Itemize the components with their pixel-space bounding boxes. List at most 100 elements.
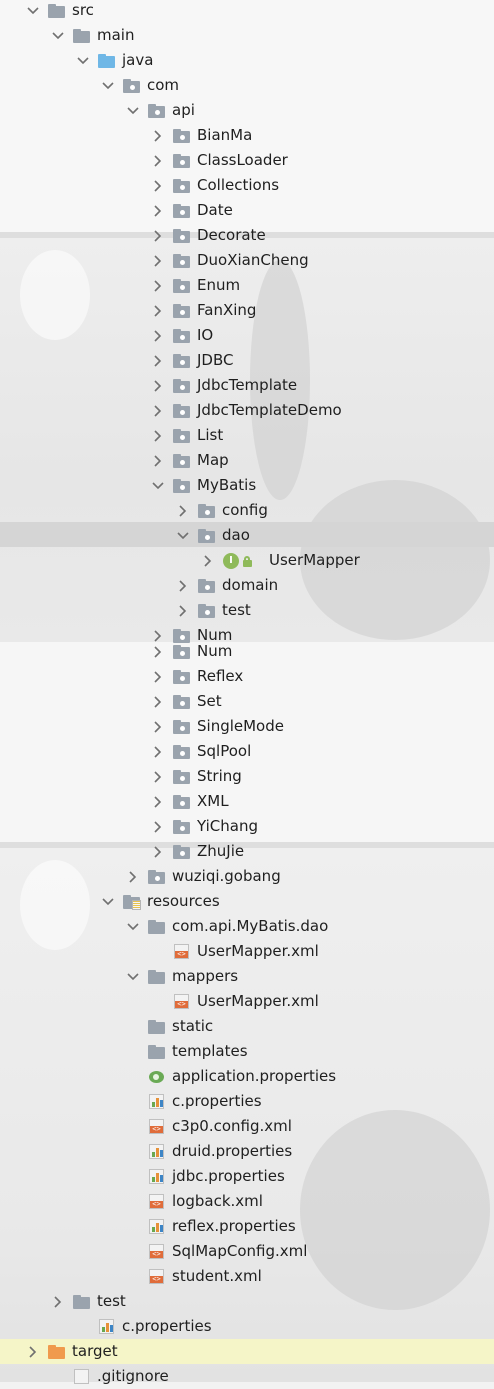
tree-item-templates[interactable]: templates bbox=[124, 1039, 248, 1064]
tree-item-fanxing[interactable]: FanXing bbox=[149, 298, 256, 323]
tree-item-logback-xml[interactable]: <> logback.xml bbox=[124, 1189, 263, 1214]
tree-item-config[interactable]: config bbox=[174, 498, 268, 523]
tree-item-druid-properties[interactable]: druid.properties bbox=[124, 1139, 292, 1164]
chevron-right-icon[interactable] bbox=[149, 789, 167, 814]
chevron-right-icon[interactable] bbox=[49, 1289, 67, 1314]
tree-item-set[interactable]: Set bbox=[149, 689, 222, 714]
chevron-right-icon[interactable] bbox=[124, 864, 142, 889]
chevron-right-icon[interactable] bbox=[149, 298, 167, 323]
chevron-right-icon[interactable] bbox=[149, 398, 167, 423]
tree-item-mybatis[interactable]: MyBatis bbox=[149, 473, 256, 498]
tree-item-com-api-mybatis-dao[interactable]: com.api.MyBatis.dao bbox=[124, 914, 328, 939]
chevron-down-icon[interactable] bbox=[24, 0, 42, 23]
chevron-down-icon[interactable] bbox=[124, 98, 142, 123]
tree-item-reflex[interactable]: Reflex bbox=[149, 664, 243, 689]
chevron-down-icon[interactable] bbox=[49, 23, 67, 48]
tree-item-student-xml[interactable]: <> student.xml bbox=[124, 1264, 262, 1289]
tree-item-com[interactable]: com bbox=[99, 73, 179, 98]
tree-item-collections[interactable]: Collections bbox=[149, 173, 279, 198]
chevron-down-icon[interactable] bbox=[99, 73, 117, 98]
tree-item-zhujie[interactable]: ZhuJie bbox=[149, 839, 244, 864]
tree-item-map[interactable]: Map bbox=[149, 448, 229, 473]
tree-item-bianma[interactable]: BianMa bbox=[149, 123, 252, 148]
tree-item-decorate[interactable]: Decorate bbox=[149, 223, 266, 248]
chevron-down-icon[interactable] bbox=[124, 964, 142, 989]
chevron-right-icon[interactable] bbox=[149, 173, 167, 198]
folder-icon bbox=[148, 969, 166, 985]
chevron-right-icon[interactable] bbox=[149, 839, 167, 864]
chevron-right-icon[interactable] bbox=[149, 814, 167, 839]
tree-item-sqlpool[interactable]: SqlPool bbox=[149, 739, 251, 764]
tree-item-src[interactable]: src bbox=[24, 0, 94, 23]
tree-item-date[interactable]: Date bbox=[149, 198, 233, 223]
chevron-right-icon[interactable] bbox=[149, 448, 167, 473]
tree-item-jdbc[interactable]: JDBC bbox=[149, 348, 233, 373]
chevron-down-icon[interactable] bbox=[124, 914, 142, 939]
chevron-right-icon[interactable] bbox=[149, 248, 167, 273]
tree-item-usermapper-xml[interactable]: <> UserMapper.xml bbox=[149, 989, 319, 1014]
chevron-right-icon[interactable] bbox=[149, 323, 167, 348]
chevron-right-icon[interactable] bbox=[149, 373, 167, 398]
chevron-right-icon[interactable] bbox=[149, 223, 167, 248]
tree-item-wuziqi-gobang[interactable]: wuziqi.gobang bbox=[124, 864, 281, 889]
tree-item-application-properties[interactable]: application.properties bbox=[124, 1064, 336, 1089]
tree-item-string[interactable]: String bbox=[149, 764, 242, 789]
chevron-right-icon[interactable] bbox=[149, 639, 167, 664]
tree-item-jdbc-properties[interactable]: jdbc.properties bbox=[124, 1164, 285, 1189]
chevron-right-icon[interactable] bbox=[24, 1339, 42, 1364]
tree-item-target[interactable]: target bbox=[24, 1339, 118, 1364]
chevron-right-icon[interactable] bbox=[174, 498, 192, 523]
chevron-right-icon[interactable] bbox=[149, 664, 167, 689]
tree-item-c-properties[interactable]: c.properties bbox=[124, 1089, 262, 1114]
tree-item-num[interactable]: Num bbox=[149, 639, 232, 664]
tree-item-test[interactable]: test bbox=[49, 1289, 126, 1314]
tree-item-c-properties[interactable]: c.properties bbox=[74, 1314, 212, 1339]
chevron-down-icon[interactable] bbox=[74, 48, 92, 73]
tree-item-java[interactable]: java bbox=[74, 48, 153, 73]
chevron-right-icon[interactable] bbox=[149, 148, 167, 173]
tree-item-static[interactable]: static bbox=[124, 1014, 213, 1039]
chevron-right-icon[interactable] bbox=[149, 714, 167, 739]
package-icon bbox=[148, 869, 166, 885]
tree-item-test[interactable]: test bbox=[174, 598, 251, 623]
chevron-right-icon[interactable] bbox=[149, 348, 167, 373]
chevron-right-icon[interactable] bbox=[149, 123, 167, 148]
chevron-right-icon[interactable] bbox=[174, 598, 192, 623]
chevron-right-icon[interactable] bbox=[149, 423, 167, 448]
chevron-down-icon[interactable] bbox=[99, 889, 117, 914]
chevron-right-icon[interactable] bbox=[149, 273, 167, 298]
tree-item-classloader[interactable]: ClassLoader bbox=[149, 148, 288, 173]
tree-item-yichang[interactable]: YiChang bbox=[149, 814, 258, 839]
tree-item-io[interactable]: IO bbox=[149, 323, 213, 348]
chevron-down-icon[interactable] bbox=[174, 523, 192, 548]
tree-item-list[interactable]: List bbox=[149, 423, 223, 448]
tree-item-api[interactable]: api bbox=[124, 98, 195, 123]
chevron-down-icon[interactable] bbox=[149, 473, 167, 498]
tree-item-xml[interactable]: XML bbox=[149, 789, 229, 814]
chevron-right-icon[interactable] bbox=[149, 198, 167, 223]
resources-folder-icon bbox=[123, 894, 141, 910]
tree-item-duoxiancheng[interactable]: DuoXianCheng bbox=[149, 248, 309, 273]
chevron-right-icon[interactable] bbox=[149, 739, 167, 764]
tree-item-usermapper[interactable]: I UserMapper bbox=[199, 548, 360, 573]
tree-item-usermapper-xml[interactable]: <> UserMapper.xml bbox=[149, 939, 319, 964]
chevron-right-icon[interactable] bbox=[149, 764, 167, 789]
tree-item-dao[interactable]: dao bbox=[174, 523, 250, 548]
chevron-right-icon[interactable] bbox=[199, 548, 217, 573]
tree-item-resources[interactable]: resources bbox=[99, 889, 220, 914]
tree-item-gitignore[interactable]: .gitignore bbox=[49, 1364, 169, 1389]
chevron-right-icon[interactable] bbox=[174, 573, 192, 598]
tree-item-singlemode[interactable]: SingleMode bbox=[149, 714, 284, 739]
tree-item-main[interactable]: main bbox=[49, 23, 134, 48]
tree-item-jdbctemplatedemo[interactable]: JdbcTemplateDemo bbox=[149, 398, 342, 423]
tree-item-jdbctemplate[interactable]: JdbcTemplate bbox=[149, 373, 297, 398]
tree-item-reflex-properties[interactable]: reflex.properties bbox=[124, 1214, 296, 1239]
tree-item-enum[interactable]: Enum bbox=[149, 273, 240, 298]
tree-item-mappers[interactable]: mappers bbox=[124, 964, 238, 989]
tree-item-c3p0-config-xml[interactable]: <> c3p0.config.xml bbox=[124, 1114, 292, 1139]
chevron-right-icon[interactable] bbox=[149, 689, 167, 714]
tree-item-domain[interactable]: domain bbox=[174, 573, 278, 598]
tree-item-sqlmapconfig-xml[interactable]: <> SqlMapConfig.xml bbox=[124, 1239, 307, 1264]
